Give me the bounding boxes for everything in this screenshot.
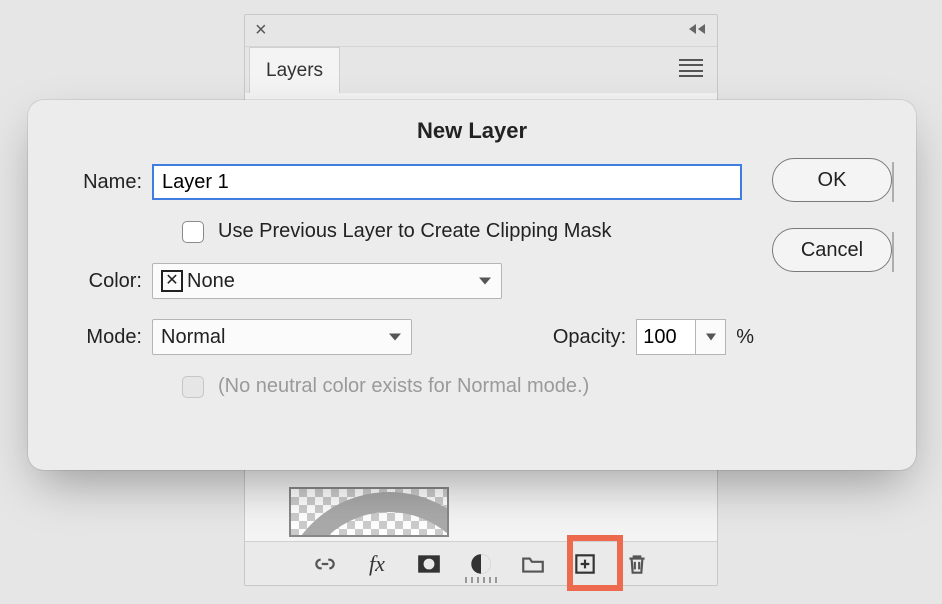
new-layer-dialog: New Layer OK Cancel Name: Use Previous L… bbox=[28, 100, 916, 470]
ok-button[interactable]: OK bbox=[772, 158, 892, 202]
chevron-down-icon bbox=[479, 278, 491, 285]
divider bbox=[892, 232, 894, 272]
opacity-label: Opacity: bbox=[553, 326, 626, 349]
fx-icon[interactable]: fx bbox=[362, 549, 392, 579]
mode-label: Mode: bbox=[54, 326, 152, 349]
dialog-buttons: OK Cancel bbox=[772, 158, 892, 272]
name-label: Name: bbox=[54, 171, 152, 194]
panel-titlebar: × bbox=[245, 15, 717, 47]
mode-select[interactable]: Normal bbox=[152, 319, 412, 355]
color-none-swatch-icon: ✕ bbox=[161, 270, 183, 292]
row-name: Name: bbox=[54, 164, 754, 200]
name-input[interactable] bbox=[152, 164, 742, 200]
tab-layers[interactable]: Layers bbox=[249, 47, 340, 93]
cancel-button[interactable]: Cancel bbox=[772, 228, 892, 272]
adjustment-icon[interactable] bbox=[466, 549, 496, 579]
row-color: Color: ✕ None bbox=[54, 263, 754, 299]
mode-value: Normal bbox=[161, 326, 225, 349]
resize-grip-icon[interactable] bbox=[465, 577, 497, 583]
opacity-unit: % bbox=[736, 326, 754, 349]
panel-footer: fx bbox=[245, 541, 717, 585]
panel-menu-icon[interactable] bbox=[679, 59, 703, 77]
group-icon[interactable] bbox=[518, 549, 548, 579]
link-icon[interactable] bbox=[310, 549, 340, 579]
neutral-note: (No neutral color exists for Normal mode… bbox=[218, 375, 589, 398]
layer-thumbnail[interactable] bbox=[289, 487, 449, 537]
row-neutral: (No neutral color exists for Normal mode… bbox=[182, 375, 754, 398]
color-label: Color: bbox=[54, 270, 152, 293]
dialog-title: New Layer bbox=[54, 118, 890, 144]
row-clipping: Use Previous Layer to Create Clipping Ma… bbox=[182, 220, 754, 243]
color-select[interactable]: ✕ None bbox=[152, 263, 502, 299]
panel-tab-strip: Layers bbox=[245, 47, 717, 93]
close-icon[interactable]: × bbox=[255, 19, 267, 42]
opacity-stepper[interactable] bbox=[696, 319, 726, 355]
clipping-checkbox[interactable] bbox=[182, 221, 204, 243]
color-value: None bbox=[187, 270, 235, 293]
mask-icon[interactable] bbox=[414, 549, 444, 579]
collapse-icon[interactable] bbox=[687, 20, 707, 36]
row-mode: Mode: Normal Opacity: % bbox=[54, 319, 754, 355]
chevron-down-icon bbox=[389, 334, 401, 341]
new-layer-icon[interactable] bbox=[570, 549, 600, 579]
trash-icon[interactable] bbox=[622, 549, 652, 579]
divider bbox=[892, 162, 894, 202]
clipping-label: Use Previous Layer to Create Clipping Ma… bbox=[218, 220, 612, 243]
chevron-down-icon bbox=[706, 334, 716, 341]
neutral-checkbox bbox=[182, 376, 204, 398]
opacity-input[interactable] bbox=[636, 319, 696, 355]
